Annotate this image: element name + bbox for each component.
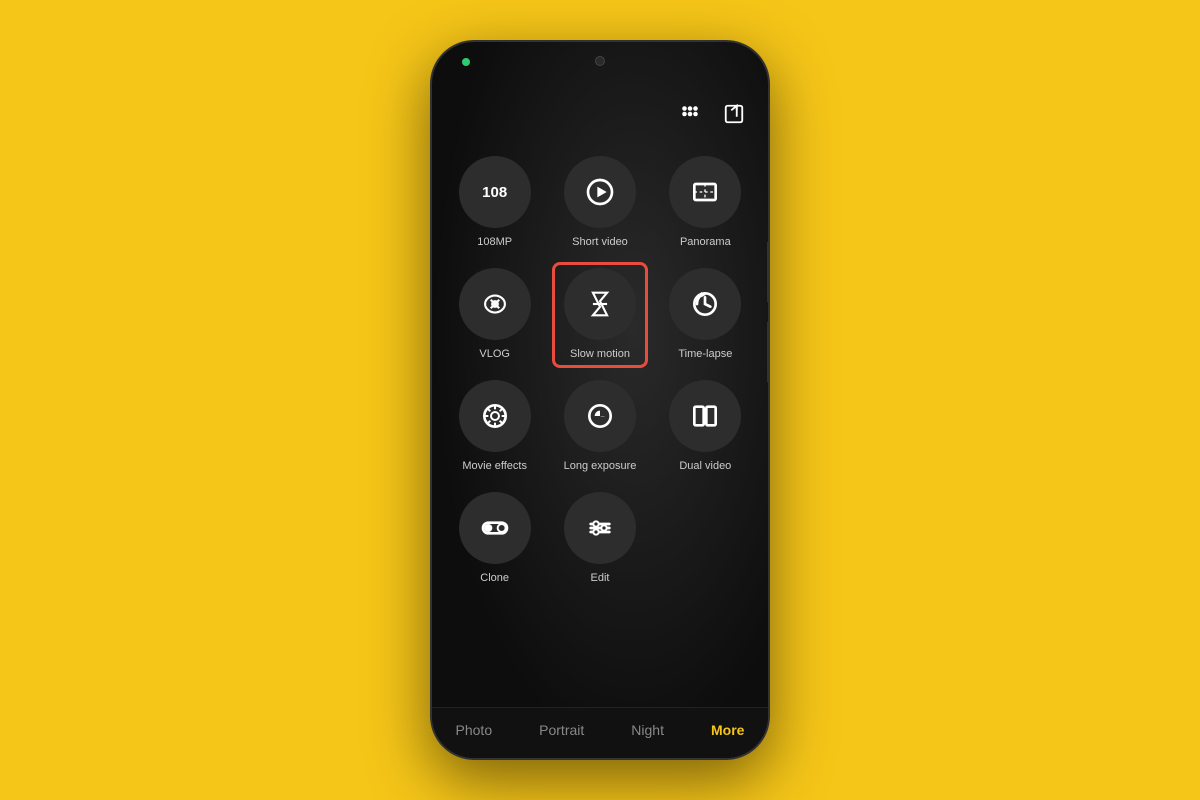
mode-icon-short-video [564,156,636,228]
mode-item-slow-motion[interactable]: Slow motion [547,268,652,360]
mode-item-short-video[interactable]: Short video [547,156,652,248]
mode-label-dual-video: Dual video [679,460,731,472]
header-icons [432,92,768,136]
mode-label-short-video: Short video [572,236,628,248]
mode-label-slow-motion: Slow motion [570,348,630,360]
mode-icon-slow-motion [564,268,636,340]
mode-icon-panorama [669,156,741,228]
mode-label-time-lapse: Time-lapse [678,348,732,360]
nav-item-photo[interactable]: Photo [456,722,493,738]
mode-item-time-lapse[interactable]: Time-lapse [653,268,758,360]
phone-screen: 108 108MP Short video [432,42,768,758]
selfie-camera [595,56,605,66]
grid-icon[interactable] [676,100,704,128]
nav-item-more[interactable]: More [711,722,744,738]
camera-dot [462,58,470,66]
mode-label-vlog: VLOG [479,348,510,360]
mode-item-movie-effects[interactable]: Movie effects [442,380,547,472]
mode-item-clone[interactable]: Clone [442,492,547,584]
mode-icon-time-lapse [669,268,741,340]
phone-wrapper: 108 108MP Short video [430,40,770,760]
mode-label-108mp: 108MP [477,236,512,248]
mode-icon-edit [564,492,636,564]
mode-label-edit: Edit [591,572,610,584]
mode-icon-movie-effects [459,380,531,452]
nav-item-portrait[interactable]: Portrait [539,722,584,738]
mode-icon-vlog [459,268,531,340]
phone-frame: 108 108MP Short video [430,40,770,760]
top-bar [432,42,768,92]
mode-icon-long-exposure [564,380,636,452]
mode-item-long-exposure[interactable]: Long exposure [547,380,652,472]
modes-grid: 108 108MP Short video [432,136,768,707]
mode-label-movie-effects: Movie effects [462,460,527,472]
side-button-volume[interactable] [767,242,770,302]
mode-item-panorama[interactable]: Panorama [653,156,758,248]
mode-item-edit[interactable]: Edit [547,492,652,584]
mode-icon-108mp: 108 [459,156,531,228]
mode-label-long-exposure: Long exposure [564,460,637,472]
mode-item-dual-video[interactable]: Dual video [653,380,758,472]
side-button-power[interactable] [767,322,770,382]
share-icon[interactable] [720,100,748,128]
mode-icon-clone [459,492,531,564]
mode-icon-dual-video [669,380,741,452]
mode-label-clone: Clone [480,572,509,584]
mode-label-panorama: Panorama [680,236,731,248]
mode-item-vlog[interactable]: VLOG [442,268,547,360]
mode-item-108mp[interactable]: 108 108MP [442,156,547,248]
bottom-nav: Photo Portrait Night More [432,707,768,758]
nav-item-night[interactable]: Night [631,722,664,738]
